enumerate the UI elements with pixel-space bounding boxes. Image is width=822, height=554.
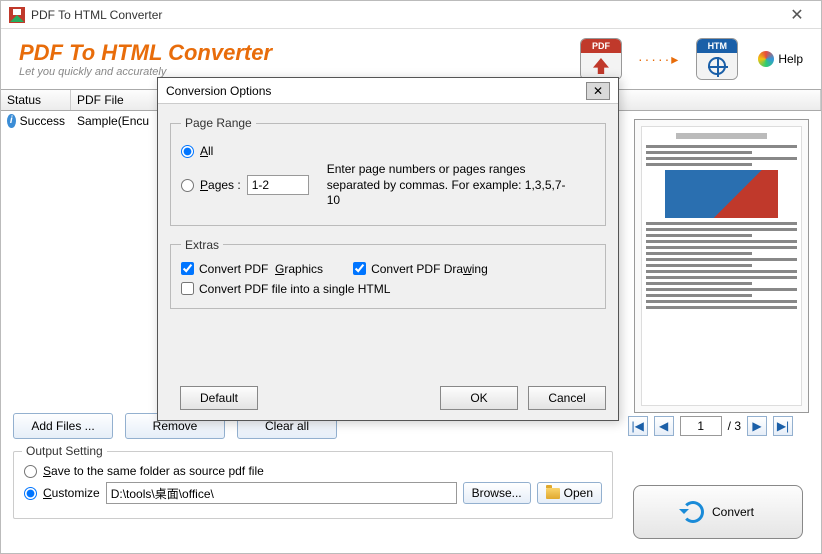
output-path-input[interactable] <box>106 482 457 504</box>
save-same-label[interactable]: SSave to the same folder as source pdf f… <box>43 464 264 478</box>
page-range-pages-label[interactable]: Pages : <box>200 178 241 192</box>
extras-group: Extras Convert PDF Graphics Convert PDF … <box>170 238 606 309</box>
pdf-icon <box>593 58 609 74</box>
output-legend: Output Setting <box>22 444 107 458</box>
arrow-icon: ·····▸ <box>638 51 680 68</box>
titlebar: PDF To HTML Converter ✕ <box>1 1 821 29</box>
dialog-close-button[interactable]: ✕ <box>586 82 610 100</box>
globe-icon <box>708 57 726 75</box>
conversion-options-dialog: Conversion Options ✕ Page Range All Page… <box>157 77 619 421</box>
pager-total: / 3 <box>728 419 741 433</box>
page-range-hint: Enter page numbers or pages ranges separ… <box>327 162 567 209</box>
pager-next-button[interactable]: ▶ <box>747 416 767 436</box>
cancel-button[interactable]: Cancel <box>528 386 606 410</box>
convert-label: Convert <box>712 505 754 519</box>
dialog-title: Conversion Options <box>166 84 586 98</box>
folder-icon <box>546 488 560 499</box>
preview-document <box>641 126 802 406</box>
pager-last-button[interactable]: ▶| <box>773 416 793 436</box>
convert-drawing-checkbox[interactable]: Convert PDF Drawing <box>353 262 488 276</box>
page-range-legend: Page Range <box>181 116 256 130</box>
brand-title: PDF To HTML Converter <box>19 40 580 66</box>
page-range-input[interactable] <box>247 175 309 195</box>
convert-icon <box>682 501 704 523</box>
ok-button[interactable]: OK <box>440 386 518 410</box>
page-range-all-radio[interactable] <box>181 145 194 158</box>
pager-current-input[interactable] <box>680 416 722 436</box>
badge-box: PDF ·····▸ HTM <box>580 38 738 80</box>
browse-button[interactable]: Browse... <box>463 482 531 504</box>
customize-radio[interactable] <box>24 487 37 500</box>
page-range-all-label[interactable]: All <box>200 144 213 158</box>
save-same-radio[interactable] <box>24 465 37 478</box>
customize-label[interactable]: Customize <box>43 486 100 500</box>
open-label: Open <box>564 486 593 500</box>
preview-pane <box>634 119 809 413</box>
dialog-titlebar: Conversion Options ✕ <box>158 78 618 104</box>
add-files-button[interactable]: Add Files ... <box>13 413 113 439</box>
app-icon <box>9 7 25 23</box>
convert-graphics-checkbox[interactable]: Convert PDF Graphics <box>181 262 323 276</box>
htm-badge: HTM <box>696 38 738 80</box>
brand: PDF To HTML Converter Let you quickly an… <box>19 40 580 78</box>
window-close-button[interactable]: ✕ <box>781 5 813 25</box>
file-text: Sample(Encu <box>71 114 155 128</box>
pager: |◀ ◀ / 3 ▶ ▶| <box>628 416 793 436</box>
help-link[interactable]: Help <box>758 51 803 67</box>
convert-button[interactable]: Convert <box>633 485 803 539</box>
info-icon: i <box>7 114 16 128</box>
window-title: PDF To HTML Converter <box>31 8 781 22</box>
help-icon <box>758 51 774 67</box>
pdf-badge: PDF <box>580 38 622 80</box>
output-setting-group: Output Setting SSave to the same folder … <box>13 451 613 519</box>
default-button[interactable]: Default <box>180 386 258 410</box>
htm-badge-label: HTM <box>697 39 737 53</box>
status-text: Success <box>20 114 65 128</box>
col-status[interactable]: Status <box>1 90 71 110</box>
pager-prev-button[interactable]: ◀ <box>654 416 674 436</box>
open-button[interactable]: Open <box>537 482 602 504</box>
help-label: Help <box>778 52 803 66</box>
page-range-group: Page Range All Pages : Enter page number… <box>170 116 606 226</box>
extras-legend: Extras <box>181 238 223 252</box>
page-range-pages-radio[interactable] <box>181 179 194 192</box>
dialog-buttons: Default OK Cancel <box>170 386 606 410</box>
single-html-checkbox[interactable]: Convert PDF file into a single HTML <box>181 282 390 296</box>
pager-first-button[interactable]: |◀ <box>628 416 648 436</box>
pdf-badge-label: PDF <box>581 39 621 53</box>
